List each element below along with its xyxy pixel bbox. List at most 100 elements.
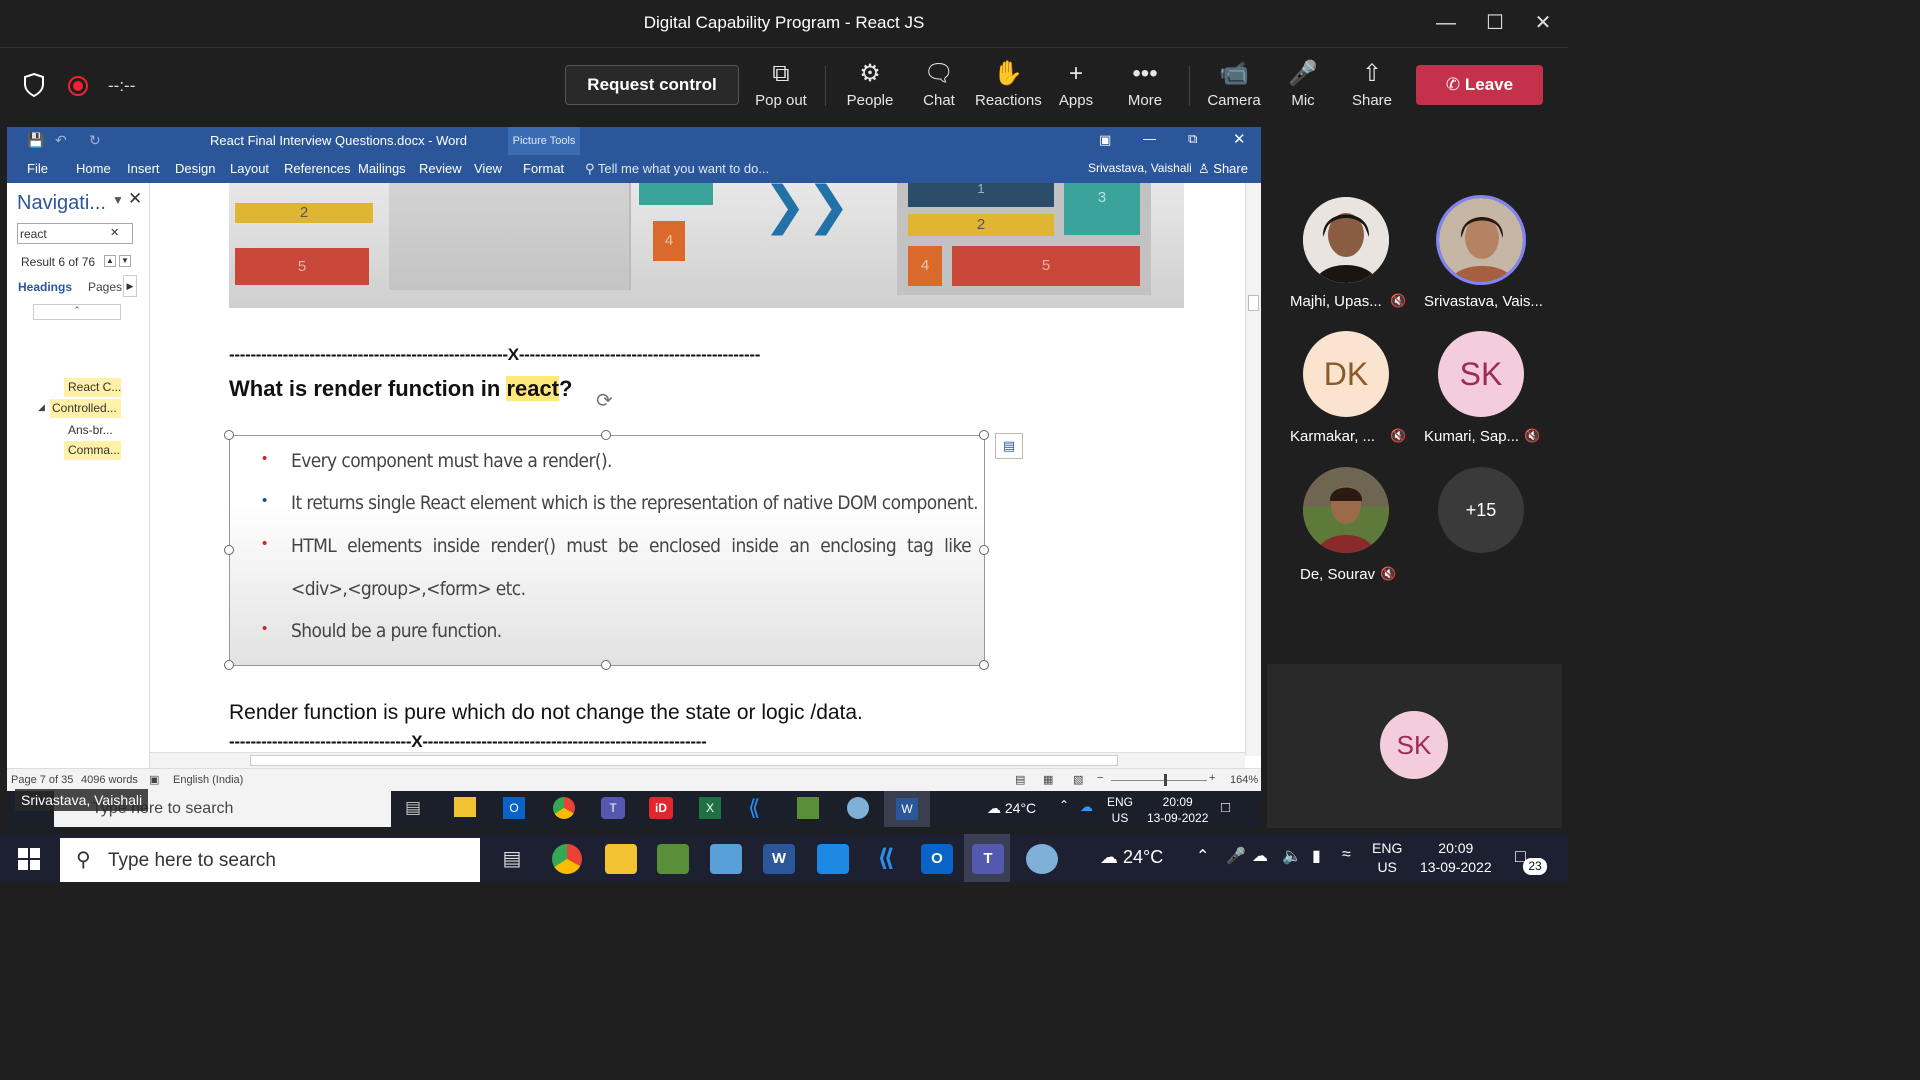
vscode-icon[interactable]: ⟪ <box>870 844 902 874</box>
redo-icon[interactable]: ↻ <box>89 132 101 149</box>
undo-icon[interactable]: ↶ <box>55 132 67 149</box>
zoom-out-icon[interactable]: − <box>1097 772 1103 784</box>
more-button[interactable]: ••• More <box>1112 58 1178 118</box>
tab-review[interactable]: Review <box>419 161 462 176</box>
windows-start-icon[interactable] <box>18 848 40 870</box>
weather-widget[interactable]: ☁ 24°C <box>1100 847 1163 868</box>
paint-icon[interactable] <box>1026 844 1058 874</box>
input-language[interactable]: ENG US <box>1372 839 1402 877</box>
avatar[interactable]: SK <box>1438 331 1524 417</box>
onedrive-icon[interactable]: ☁ <box>1252 846 1268 866</box>
tab-file[interactable]: File <box>27 161 48 176</box>
apps-button[interactable]: + Apps <box>1043 58 1109 118</box>
language-status[interactable]: English (India) <box>173 774 243 786</box>
vertical-scrollbar[interactable] <box>1245 183 1261 756</box>
nav-close-icon[interactable]: ✕ <box>128 189 142 209</box>
outlook-icon[interactable]: O <box>921 844 953 874</box>
photos-icon[interactable] <box>817 844 849 874</box>
camera-button[interactable]: 📹 Camera <box>1201 58 1267 118</box>
zoom-slider-thumb[interactable] <box>1164 774 1167 786</box>
ribbon-display-icon[interactable]: ▣ <box>1099 132 1111 148</box>
wifi-icon[interactable]: ≈ <box>1342 846 1351 864</box>
rotate-handle-icon[interactable]: ⟳ <box>596 388 613 413</box>
horizontal-scrollbar[interactable] <box>150 752 1245 768</box>
leave-button[interactable]: ✆ Leave <box>1416 65 1543 105</box>
taskbar-search-box[interactable]: ⚲ Type here to search <box>60 838 480 882</box>
volume-icon[interactable]: 🔈 <box>1282 846 1302 866</box>
avatar-speaking[interactable] <box>1436 195 1526 285</box>
tab-design[interactable]: Design <box>175 161 215 176</box>
tab-references[interactable]: References <box>284 161 350 176</box>
reactions-button[interactable]: ✋ Reactions <box>975 58 1042 118</box>
tab-insert[interactable]: Insert <box>127 161 160 176</box>
proofing-icon[interactable]: ▣ <box>149 773 159 786</box>
file-explorer-icon[interactable] <box>605 844 637 874</box>
resize-handle[interactable] <box>601 430 611 440</box>
print-layout-icon[interactable]: ▦ <box>1043 773 1053 786</box>
scroll-up-heading[interactable]: ⌃ <box>33 304 121 320</box>
tab-format[interactable]: Format <box>523 161 564 176</box>
tray-chevron-icon[interactable]: ⌃ <box>1196 846 1209 866</box>
diagram-image[interactable]: 2 5 4 ❯❯ 1 3 2 4 5 <box>229 183 1184 308</box>
microphone-icon[interactable]: 🎤 <box>1226 846 1246 866</box>
prev-result-icon[interactable]: ▲ <box>104 255 116 267</box>
self-video-tile[interactable]: SK <box>1267 664 1562 828</box>
nav-heading-item[interactable]: Controlled... <box>50 399 121 418</box>
web-layout-icon[interactable]: ▧ <box>1073 773 1083 786</box>
zoom-in-icon[interactable]: + <box>1209 772 1215 784</box>
nav-heading-item[interactable]: React C... <box>64 378 121 397</box>
resize-handle[interactable] <box>224 660 234 670</box>
notepad-plus-icon[interactable] <box>657 844 689 874</box>
resize-handle[interactable] <box>979 660 989 670</box>
save-icon[interactable]: 💾 <box>27 132 44 149</box>
tab-mailings[interactable]: Mailings <box>358 161 406 176</box>
word-restore-icon[interactable]: ⧉ <box>1188 131 1197 147</box>
chrome-icon[interactable] <box>552 844 582 874</box>
close-icon[interactable]: ✕ <box>1523 8 1563 38</box>
collapse-icon[interactable]: ◢ <box>38 402 45 413</box>
chat-button[interactable]: 🗨 Chat <box>906 58 972 118</box>
nav-options-icon[interactable]: ▼ <box>112 193 124 207</box>
tab-pages[interactable]: Pages <box>88 280 122 294</box>
resize-handle[interactable] <box>979 545 989 555</box>
pop-out-button[interactable]: ⧉ Pop out <box>748 58 814 118</box>
page-count[interactable]: Page 7 of 35 <box>11 774 73 786</box>
resize-handle[interactable] <box>601 660 611 670</box>
read-mode-icon[interactable]: ▤ <box>1015 773 1025 786</box>
mic-button[interactable]: 🎤 Mic <box>1270 58 1336 118</box>
resize-handle[interactable] <box>979 430 989 440</box>
scroll-thumb[interactable] <box>1248 295 1259 311</box>
tab-view[interactable]: View <box>474 161 502 176</box>
share-button[interactable]: ⇧ Share <box>1339 58 1405 118</box>
zoom-slider[interactable] <box>1111 780 1207 781</box>
people-button[interactable]: ⚙ People <box>837 58 903 118</box>
next-result-icon[interactable]: ▼ <box>119 255 131 267</box>
teams-taskbar-button[interactable]: T <box>964 834 1010 882</box>
word-minimize-icon[interactable]: — <box>1143 131 1156 146</box>
avatar[interactable] <box>1303 197 1389 283</box>
battery-icon[interactable]: ▮ <box>1312 846 1321 866</box>
nav-more-icon[interactable]: ▶ <box>123 275 137 297</box>
resize-handle[interactable] <box>224 430 234 440</box>
snip-icon[interactable] <box>710 844 742 874</box>
taskbar-clock[interactable]: 20:09 13-09-2022 <box>1420 839 1492 877</box>
tab-home[interactable]: Home <box>76 161 111 176</box>
word-count[interactable]: 4096 words <box>81 774 138 786</box>
resize-handle[interactable] <box>224 545 234 555</box>
clear-search-icon[interactable]: ✕ <box>110 226 119 239</box>
more-participants-badge[interactable]: +15 <box>1438 467 1524 553</box>
task-view-icon[interactable]: ▤ <box>496 844 528 874</box>
selected-bullet-image[interactable]: • Every component must have a render(). … <box>229 435 985 666</box>
word-share-button[interactable]: ♙ Share <box>1198 161 1248 177</box>
maximize-icon[interactable]: ☐ <box>1475 8 1515 38</box>
avatar[interactable] <box>1303 467 1389 553</box>
request-control-button[interactable]: Request control <box>565 65 739 105</box>
tab-headings[interactable]: Headings <box>18 280 72 294</box>
word-icon[interactable]: W <box>763 844 795 874</box>
nav-heading-item[interactable]: Comma... <box>64 441 121 460</box>
minimize-icon[interactable]: — <box>1426 8 1466 38</box>
avatar[interactable]: DK <box>1303 331 1389 417</box>
tell-me-box[interactable]: ⚲ Tell me what you want to do... <box>585 161 769 177</box>
tab-layout[interactable]: Layout <box>230 161 269 176</box>
zoom-level[interactable]: 164% <box>1230 774 1258 786</box>
